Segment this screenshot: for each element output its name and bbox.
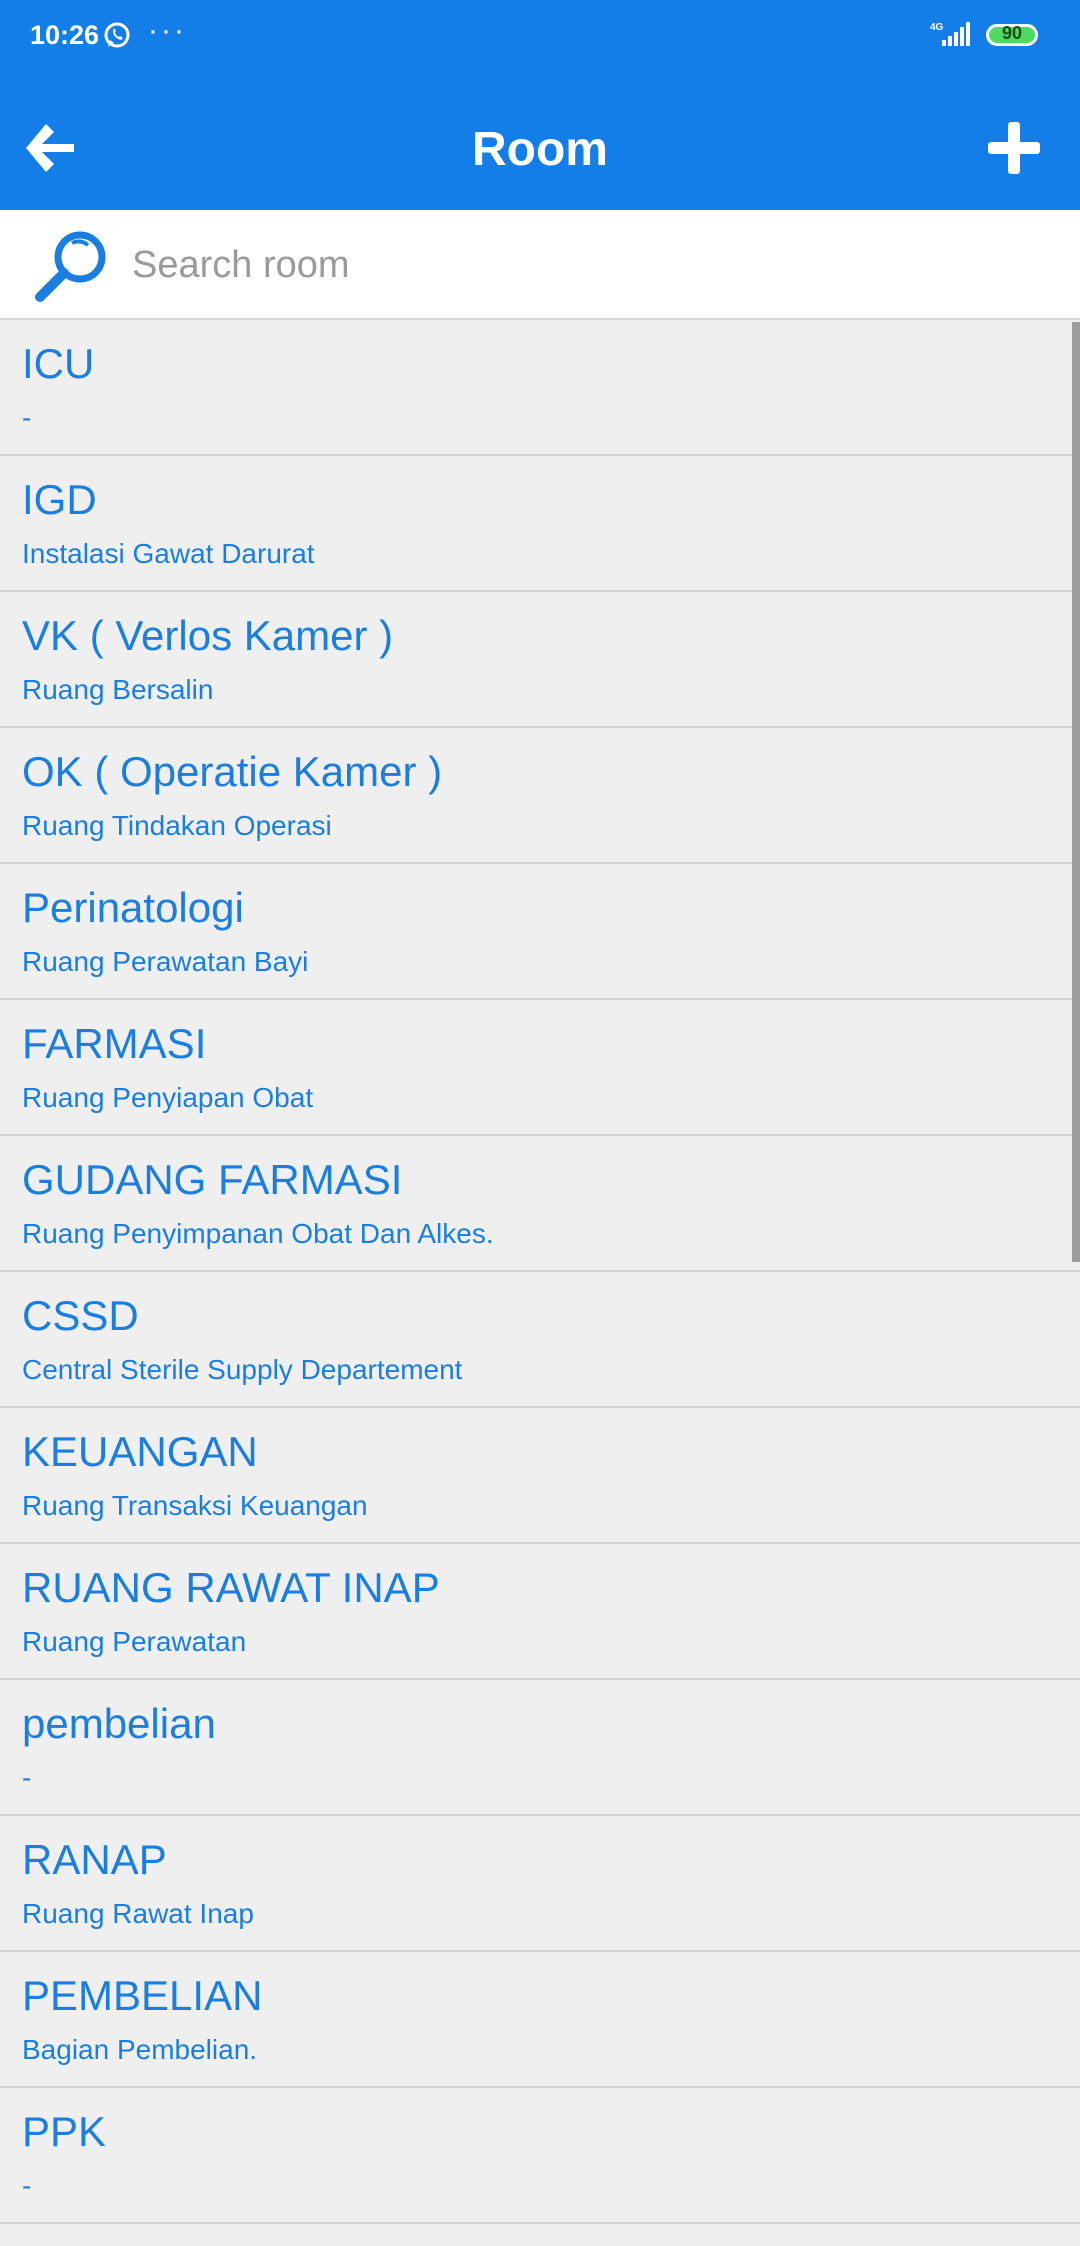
room-name: OK ( Operatie Kamer )	[22, 748, 443, 795]
room-list: ICU - IGD Instalasi Gawat Darurat VK ( V…	[0, 320, 1080, 2246]
status-more-indicator: ···	[148, 14, 187, 47]
list-item[interactable]: ICU -	[0, 320, 1080, 456]
list-item[interactable]: IGD Instalasi Gawat Darurat	[0, 456, 1080, 592]
search-input[interactable]	[130, 232, 1034, 298]
room-description: Ruang Perawatan	[22, 1626, 247, 1657]
list-item[interactable]: OK ( Operatie Kamer ) Ruang Tindakan Ope…	[0, 728, 1080, 864]
list-item[interactable]: KEUANGAN Ruang Transaksi Keuangan	[0, 1408, 1080, 1544]
room-name: pembelian	[22, 1700, 216, 1747]
room-description: Ruang Bersalin	[22, 674, 214, 705]
room-name: RUANG RAWAT INAP	[22, 1564, 440, 1611]
room-name: GUDANG FARMASI	[22, 1156, 403, 1203]
list-item[interactable]: VK ( Verlos Kamer ) Ruang Bersalin	[0, 592, 1080, 728]
room-description: Ruang Perawatan Bayi	[22, 946, 309, 977]
room-description: Instalasi Gawat Darurat	[22, 538, 315, 569]
list-item[interactable]: PPK -	[0, 2088, 1080, 2224]
room-name: IGD	[22, 476, 97, 523]
status-time: 10:26	[30, 20, 100, 50]
room-name: FARMASI	[22, 1020, 207, 1067]
room-name: PPK	[22, 2108, 107, 2155]
whatsapp-icon	[104, 22, 130, 48]
list-item[interactable]: FARMASI Ruang Penyiapan Obat	[0, 1000, 1080, 1136]
room-name: CSSD	[22, 1292, 139, 1339]
list-item[interactable]: CSSD Central Sterile Supply Departement	[0, 1272, 1080, 1408]
room-description: -	[22, 402, 32, 433]
room-name: ICU	[22, 340, 95, 387]
signal-icon: 4G	[930, 22, 970, 46]
room-description: Ruang Transaksi Keuangan	[22, 1490, 368, 1521]
navigation-bar: Room	[0, 80, 1080, 210]
room-name: RANAP	[22, 1836, 167, 1883]
room-name: VK ( Verlos Kamer )	[22, 612, 394, 659]
list-item[interactable]: GUDANG FARMASI Ruang Penyimpanan Obat Da…	[0, 1136, 1080, 1272]
room-description: Ruang Rawat Inap	[22, 1898, 254, 1929]
list-item[interactable]: Perinatologi Ruang Perawatan Bayi	[0, 864, 1080, 1000]
search-icon	[35, 231, 106, 302]
list-item[interactable]: PEMBELIAN Bagian Pembelian.	[0, 1952, 1080, 2088]
list-item[interactable]: pembelian -	[0, 1680, 1080, 1816]
page-title: Room	[472, 123, 608, 176]
room-description: Ruang Penyimpanan Obat Dan Alkes.	[22, 1218, 494, 1249]
room-description: Ruang Penyiapan Obat	[22, 1082, 314, 1113]
list-item[interactable]: RANAP Ruang Rawat Inap	[0, 1816, 1080, 1952]
room-name: Perinatologi	[22, 884, 244, 931]
add-room-button[interactable]	[986, 120, 1042, 176]
battery-icon: 90	[986, 23, 1038, 46]
room-name: PEMBELIAN	[22, 1972, 263, 2019]
list-scrollbar[interactable]	[1072, 322, 1080, 1262]
list-item[interactable]: RUANG RAWAT INAP Ruang Perawatan	[0, 1544, 1080, 1680]
room-description: Bagian Pembelian.	[22, 2034, 258, 2065]
app-bar: 10:26 ··· 4G 90 Room	[0, 0, 1080, 210]
search-bar	[0, 210, 1080, 320]
battery-level: 90	[1001, 23, 1023, 43]
room-name: KEUANGAN	[22, 1428, 258, 1475]
room-description: Ruang Tindakan Operasi	[22, 810, 332, 841]
status-bar: 10:26 ··· 4G 90	[0, 0, 1080, 75]
network-type: 4G	[930, 22, 944, 33]
room-description: Central Sterile Supply Departement	[22, 1354, 463, 1385]
room-description: -	[22, 1762, 32, 1793]
room-description: -	[22, 2170, 32, 2201]
